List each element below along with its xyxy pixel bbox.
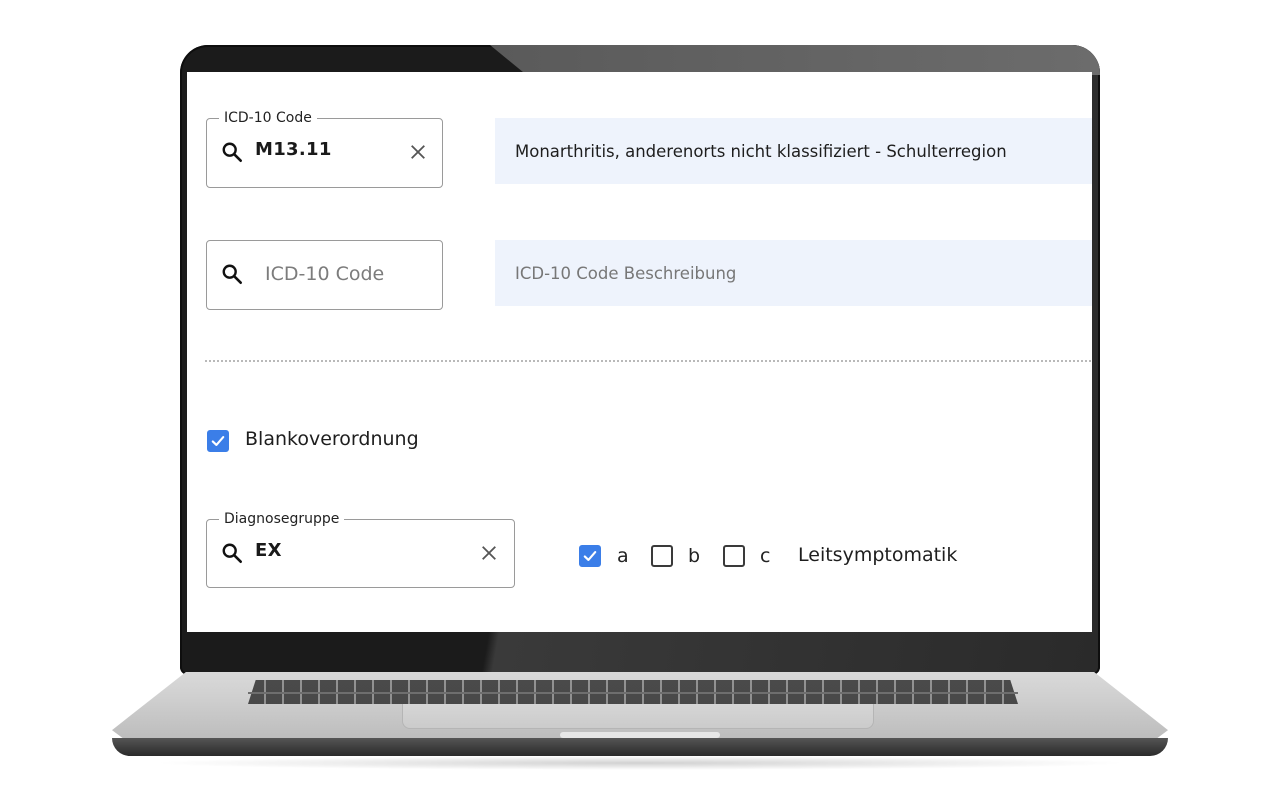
laptop-trackpad <box>402 704 874 729</box>
close-icon[interactable] <box>409 143 427 161</box>
diagnosegruppe-legend: Diagnosegruppe <box>219 511 345 527</box>
leitsymptomatik-b-label: b <box>688 545 701 567</box>
leitsymptomatik-label: Leitsymptomatik <box>798 544 958 566</box>
check-icon <box>583 551 597 561</box>
blankoverordnung-label: Blankoverordnung <box>245 428 419 450</box>
laptop-keyboard-row <box>248 692 1018 694</box>
blankoverordnung-checkbox[interactable] <box>207 430 229 452</box>
leitsymptomatik-c-checkbox[interactable] <box>723 545 745 567</box>
diagnosegruppe-field[interactable]: Diagnosegruppe EX <box>206 511 515 588</box>
icd-code-field-filled[interactable]: ICD-10 Code M13.11 <box>206 110 443 188</box>
icd-code-field-empty[interactable]: ICD-10 Code <box>206 240 443 310</box>
search-icon <box>222 142 242 162</box>
laptop-screen: ICD-10 Code M13.11 Monarthritis, anderen… <box>187 72 1092 632</box>
icd-description: Monarthritis, anderenorts nicht klassifi… <box>515 141 1007 161</box>
leitsymptomatik-a-label: a <box>617 545 629 567</box>
close-icon[interactable] <box>480 544 498 562</box>
section-divider <box>205 360 1092 362</box>
search-icon <box>222 543 242 563</box>
laptop-lid-glare <box>490 45 1100 75</box>
icd-code-legend: ICD-10 Code <box>219 110 317 126</box>
laptop-shadow <box>150 756 1130 770</box>
leitsymptomatik-a-checkbox[interactable] <box>579 545 601 567</box>
icd-description-placeholder: ICD-10 Code Beschreibung <box>515 263 737 283</box>
icd-description-box: Monarthritis, anderenorts nicht klassifi… <box>495 118 1092 184</box>
icd-description-box-empty: ICD-10 Code Beschreibung <box>495 240 1092 306</box>
leitsymptomatik-b-checkbox[interactable] <box>651 545 673 567</box>
leitsymptomatik-c-label: c <box>760 545 771 567</box>
laptop-base-front <box>112 738 1168 756</box>
icd-code-placeholder[interactable]: ICD-10 Code <box>265 263 384 285</box>
diagnosegruppe-input[interactable]: EX <box>255 540 282 561</box>
icd-code-input[interactable]: M13.11 <box>255 139 332 160</box>
search-icon <box>222 264 242 284</box>
check-icon <box>211 436 225 446</box>
